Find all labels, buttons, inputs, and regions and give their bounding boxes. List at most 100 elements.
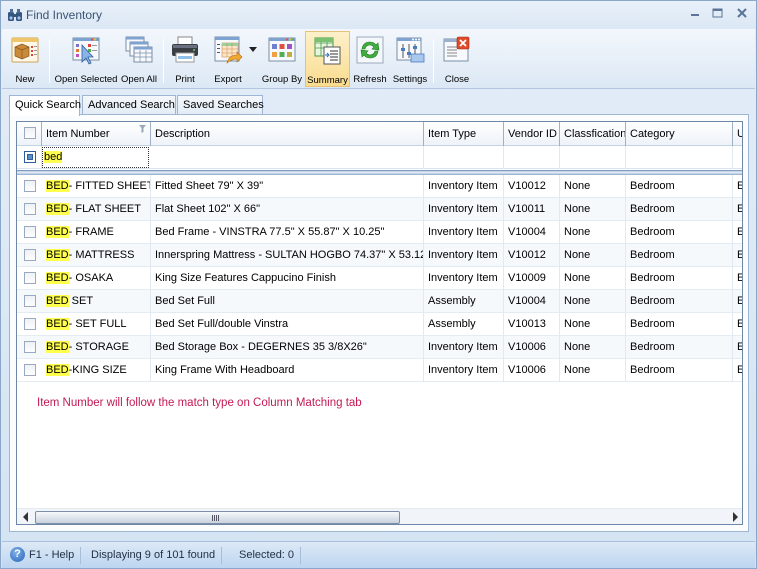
close-window-button[interactable]	[732, 6, 752, 22]
table-row[interactable]: BED-KING SIZE King Frame With Headboard In…	[17, 359, 742, 382]
item-type-cell[interactable]: Inventory Item	[424, 359, 504, 382]
item-number-cell[interactable]: BED- SET FULL	[42, 313, 151, 336]
uom-cell[interactable]: Ea	[733, 267, 742, 290]
table-row[interactable]: BED- FRAME Bed Frame - VINSTRA 77.5" X 55…	[17, 221, 742, 244]
settings-button[interactable]: Settings	[391, 31, 429, 87]
uom-cell[interactable]: Ea	[733, 336, 742, 359]
row-checkbox[interactable]	[24, 318, 36, 330]
uom-cell[interactable]: Ea	[733, 290, 742, 313]
vendor-id-filter-cell[interactable]	[504, 146, 560, 169]
select-all-checkbox[interactable]	[24, 127, 36, 139]
category-cell[interactable]: Bedroom	[626, 198, 733, 221]
classification-cell[interactable]: None	[560, 198, 626, 221]
filter-icon[interactable]	[139, 125, 146, 133]
header-uom[interactable]: UC	[733, 122, 742, 146]
header-category[interactable]: Category	[626, 122, 733, 146]
category-filter-cell[interactable]	[626, 146, 733, 169]
item-type-cell[interactable]: Inventory Item	[424, 244, 504, 267]
row-checkbox[interactable]	[24, 180, 36, 192]
header-select-all[interactable]	[17, 122, 42, 146]
uom-cell[interactable]: Ea	[733, 175, 742, 198]
category-cell[interactable]: Bedroom	[626, 313, 733, 336]
item-number-cell[interactable]: BED- FLAT SHEET	[42, 198, 151, 221]
refresh-button[interactable]: Refresh	[352, 31, 388, 87]
tab-advanced-search[interactable]: Advanced Search	[82, 95, 176, 115]
category-cell[interactable]: Bedroom	[626, 221, 733, 244]
new-button[interactable]: New	[6, 31, 44, 87]
row-checkbox[interactable]	[24, 295, 36, 307]
vendor-id-cell[interactable]: V10004	[504, 221, 560, 244]
description-cell[interactable]: King Size Features Cappucino Finish	[151, 267, 424, 290]
classification-cell[interactable]: None	[560, 221, 626, 244]
item-number-cell[interactable]: BED-KING SIZE	[42, 359, 151, 382]
row-checkbox[interactable]	[24, 341, 36, 353]
item-type-cell[interactable]: Inventory Item	[424, 175, 504, 198]
table-row[interactable]: BED- OSAKA King Size Features Cappucino F…	[17, 267, 742, 290]
minimize-button[interactable]	[685, 6, 705, 22]
group-by-button[interactable]: Group By	[261, 31, 303, 87]
classification-cell[interactable]: None	[560, 175, 626, 198]
classification-cell[interactable]: None	[560, 267, 626, 290]
maximize-button[interactable]	[707, 6, 727, 22]
row-checkbox[interactable]	[24, 249, 36, 261]
vendor-id-cell[interactable]: V10006	[504, 336, 560, 359]
description-cell[interactable]: Bed Set Full	[151, 290, 424, 313]
classification-cell[interactable]: None	[560, 336, 626, 359]
scroll-left-arrow-icon[interactable]	[23, 512, 28, 522]
close-button[interactable]: Close	[439, 31, 475, 87]
print-button[interactable]: Print	[167, 31, 203, 87]
row-checkbox[interactable]	[24, 364, 36, 376]
item-number-cell[interactable]: BED- STORAGE	[42, 336, 151, 359]
header-item-type[interactable]: Item Type	[424, 122, 504, 146]
export-button[interactable]: Export	[208, 31, 248, 87]
classification-filter-cell[interactable]	[560, 146, 626, 169]
vendor-id-cell[interactable]: V10012	[504, 175, 560, 198]
description-cell[interactable]: Bed Set Full/double Vinstra	[151, 313, 424, 336]
uom-cell[interactable]: Ea	[733, 221, 742, 244]
table-row[interactable]: BED- FLAT SHEET Flat Sheet 102" X 66" Inve…	[17, 198, 742, 221]
description-cell[interactable]: Innerspring Mattress - SULTAN HOGBO 74.3…	[151, 244, 424, 267]
item-number-cell[interactable]: BED- OSAKA	[42, 267, 151, 290]
tab-saved-searches[interactable]: Saved Searches	[177, 95, 264, 115]
description-cell[interactable]: Flat Sheet 102" X 66"	[151, 198, 424, 221]
category-cell[interactable]: Bedroom	[626, 175, 733, 198]
uom-cell[interactable]: Ea	[733, 313, 742, 336]
classification-cell[interactable]: None	[560, 244, 626, 267]
table-row[interactable]: BED SET Bed Set Full Assembly V10004 None Bed…	[17, 290, 742, 313]
vendor-id-cell[interactable]: V10006	[504, 359, 560, 382]
vendor-id-cell[interactable]: V10012	[504, 244, 560, 267]
table-row[interactable]: BED- SET FULL Bed Set Full/double Vinstra…	[17, 313, 742, 336]
help-status[interactable]: F1 - Help	[29, 547, 82, 564]
table-row[interactable]: BED- MATTRESS Innerspring Mattress - SULT…	[17, 244, 742, 267]
table-row[interactable]: BED- STORAGE Bed Storage Box - DEGERNES 3…	[17, 336, 742, 359]
table-row[interactable]: BED- FITTED SHEET Fitted Sheet 79" X 39" I…	[17, 175, 742, 198]
uom-cell[interactable]: Ea	[733, 198, 742, 221]
category-cell[interactable]: Bedroom	[626, 267, 733, 290]
category-cell[interactable]: Bedroom	[626, 290, 733, 313]
item-number-cell[interactable]: BED- FRAME	[42, 221, 151, 244]
item-number-filter-input[interactable]: bed	[42, 147, 149, 168]
description-cell[interactable]: Fitted Sheet 79" X 39"	[151, 175, 424, 198]
header-description[interactable]: Description	[151, 122, 424, 146]
row-checkbox[interactable]	[24, 203, 36, 215]
category-cell[interactable]: Bedroom	[626, 244, 733, 267]
export-dropdown-arrow-icon[interactable]	[249, 47, 257, 52]
summary-button[interactable]: Summary	[305, 31, 350, 87]
vendor-id-cell[interactable]: V10009	[504, 267, 560, 290]
vendor-id-cell[interactable]: V10013	[504, 313, 560, 336]
scroll-right-arrow-icon[interactable]	[733, 512, 738, 522]
help-icon[interactable]: ?	[10, 547, 25, 562]
tab-quick-search[interactable]: Quick Search	[9, 95, 81, 116]
description-filter-cell[interactable]	[151, 146, 424, 169]
vendor-id-cell[interactable]: V10004	[504, 290, 560, 313]
item-number-cell[interactable]: BED SET	[42, 290, 151, 313]
horizontal-scrollbar[interactable]	[17, 508, 742, 524]
classification-cell[interactable]: None	[560, 313, 626, 336]
item-type-cell[interactable]: Assembly	[424, 290, 504, 313]
header-vendor-id[interactable]: Vendor ID	[504, 122, 560, 146]
header-item-number[interactable]: Item Number	[42, 122, 151, 146]
item-number-cell[interactable]: BED- MATTRESS	[42, 244, 151, 267]
item-type-cell[interactable]: Assembly	[424, 313, 504, 336]
scrollbar-thumb[interactable]	[35, 511, 400, 524]
classification-cell[interactable]: None	[560, 359, 626, 382]
